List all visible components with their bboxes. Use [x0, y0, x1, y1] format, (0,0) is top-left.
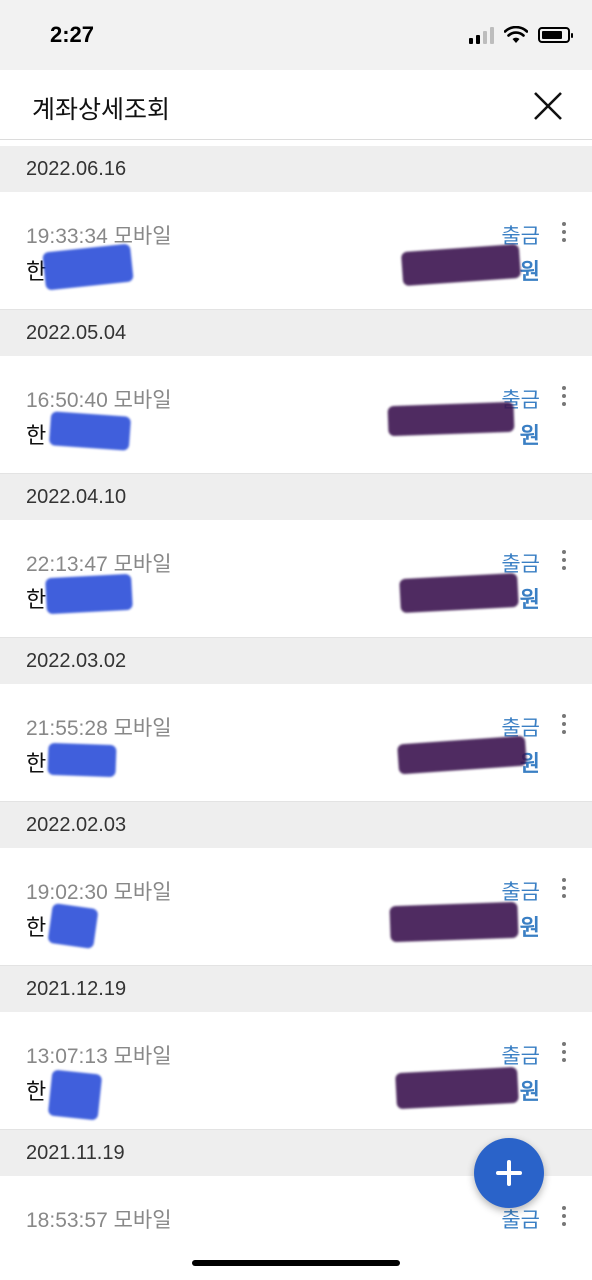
redaction-mark: [395, 1066, 519, 1110]
redaction-mark: [387, 401, 515, 437]
redaction-mark: [47, 902, 99, 950]
more-vertical-icon[interactable]: [558, 1042, 570, 1066]
transaction-time: 16:50:40 모바일: [26, 389, 172, 412]
date-header: 2022.04.10: [0, 474, 592, 520]
transaction-time: 18:53:57 모바일: [26, 1209, 172, 1232]
transaction-list: 2022.06.16 19:33:34 모바일 한 출금 원 2022.05.0…: [0, 146, 592, 1280]
date-header: 2022.06.16: [0, 146, 592, 192]
transaction-row[interactable]: 13:07:13 모바일 한 출금 원: [0, 1012, 592, 1130]
close-button[interactable]: [530, 88, 566, 124]
transaction-amount: 원: [519, 1080, 540, 1105]
transaction-row[interactable]: 19:02:30 모바일 한 출금 원: [0, 848, 592, 966]
page-title: 계좌상세조회: [32, 95, 171, 124]
transaction-row[interactable]: 22:13:47 모바일 한 출금 원: [0, 520, 592, 638]
status-bar: 2:27: [0, 0, 592, 70]
redaction-mark: [389, 901, 519, 943]
redaction-mark: [42, 243, 134, 291]
redaction-mark: [400, 243, 522, 287]
close-icon: [534, 92, 562, 120]
transaction-row[interactable]: 16:50:40 모바일 한 출금 원: [0, 356, 592, 474]
more-vertical-icon[interactable]: [558, 714, 570, 738]
more-vertical-icon[interactable]: [558, 386, 570, 410]
redaction-mark: [48, 411, 132, 451]
transaction-amount: 원: [519, 424, 540, 449]
app-header: 계좌상세조회: [0, 70, 592, 140]
transaction-row[interactable]: 19:33:34 모바일 한 출금 원: [0, 192, 592, 310]
status-icons: [469, 26, 573, 44]
home-indicator[interactable]: [192, 1260, 400, 1266]
redaction-mark: [399, 572, 519, 614]
transaction-name: 한: [26, 752, 47, 777]
add-button[interactable]: [474, 1138, 544, 1208]
redaction-mark: [45, 573, 133, 615]
transaction-amount: 원: [519, 260, 540, 285]
redaction-mark: [47, 1069, 103, 1121]
transaction-amount: 원: [519, 588, 540, 613]
status-time: 2:27: [50, 22, 95, 47]
transaction-name: 한: [26, 916, 47, 941]
transaction-time: 13:07:13 모바일: [26, 1045, 172, 1068]
transaction-time: 19:02:30 모바일: [26, 881, 172, 904]
date-header: 2022.02.03: [0, 802, 592, 848]
date-header: 2021.12.19: [0, 966, 592, 1012]
transaction-name: 한: [26, 588, 47, 613]
transaction-type: 출금: [501, 1044, 540, 1068]
more-vertical-icon[interactable]: [558, 878, 570, 902]
more-vertical-icon[interactable]: [558, 1206, 570, 1230]
battery-icon: [538, 27, 573, 43]
more-vertical-icon[interactable]: [558, 550, 570, 574]
plus-icon: [496, 1160, 522, 1186]
wifi-icon: [504, 26, 528, 43]
transaction-time: 19:33:34 모바일: [26, 225, 172, 248]
redaction-mark: [47, 742, 117, 778]
date-header: 2022.05.04: [0, 310, 592, 356]
more-vertical-icon[interactable]: [558, 222, 570, 246]
transaction-time: 22:13:47 모바일: [26, 553, 172, 576]
transaction-type: 출금: [501, 1208, 540, 1232]
transaction-amount: 원: [519, 916, 540, 941]
transaction-name: 한: [26, 1080, 47, 1105]
date-header: 2022.03.02: [0, 638, 592, 684]
redaction-mark: [397, 735, 527, 775]
transaction-row[interactable]: 21:55:28 모바일 한 출금 원: [0, 684, 592, 802]
transaction-time: 21:55:28 모바일: [26, 717, 172, 740]
signal-icon: [469, 26, 494, 44]
transaction-name: 한: [26, 424, 47, 449]
